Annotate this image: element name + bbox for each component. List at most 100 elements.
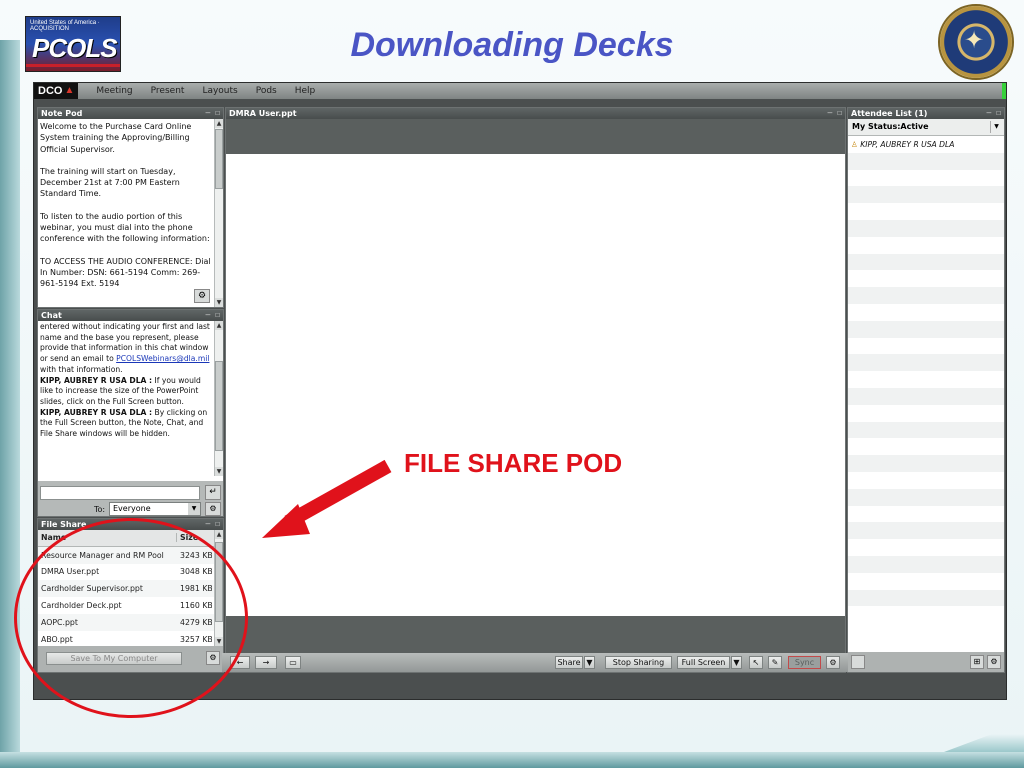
attendee-row-empty xyxy=(848,539,1004,556)
scroll-up-arrow-icon[interactable]: ▲ xyxy=(215,530,223,539)
menu-pods[interactable]: Pods xyxy=(256,86,277,96)
menu-layouts[interactable]: Layouts xyxy=(202,86,237,96)
chevron-down-icon[interactable]: ▼ xyxy=(990,121,1002,133)
attendee-options-button[interactable] xyxy=(851,655,865,669)
note-pod-header: Note Pod — ☐ xyxy=(38,108,223,119)
attendee-row[interactable]: ♙ KIPP, AUBREY R USA DLA xyxy=(848,136,1004,153)
pod-window-controls[interactable]: — ☐ xyxy=(206,519,220,528)
attendee-pod-header: Attendee List (1) — ☐ xyxy=(848,108,1004,119)
sync-button[interactable]: Sync xyxy=(788,656,821,669)
share-pod-header: DMRA User.ppt — ☐ xyxy=(226,108,845,119)
share-pod-body xyxy=(226,119,845,672)
dco-brand: DCO ▲ xyxy=(34,83,79,99)
scroll-thumb[interactable] xyxy=(215,361,223,451)
pod-window-controls[interactable]: — ☐ xyxy=(987,108,1001,117)
grid-view-icon[interactable]: ⊞ xyxy=(970,655,984,669)
chat-to-label: To: xyxy=(94,505,106,514)
attendee-row-empty xyxy=(848,488,1004,506)
attendee-row-empty xyxy=(848,387,1004,405)
menu-bar: DCO ▲ Meeting Present Layouts Pods Help xyxy=(34,83,1006,99)
note-paragraph: To listen to the audio portion of this w… xyxy=(40,211,210,244)
attendee-row-empty xyxy=(848,405,1004,422)
note-paragraph: Welcome to the Purchase Card Online Syst… xyxy=(40,122,192,154)
chevron-down-icon[interactable]: ▼ xyxy=(584,656,595,669)
pod-window-controls[interactable]: — ☐ xyxy=(828,108,842,117)
attendee-row-empty xyxy=(848,573,1004,590)
chat-options-gear-icon[interactable]: ⚙ xyxy=(205,502,221,516)
slide-title: Downloading Decks xyxy=(350,26,674,64)
attendee-row-empty xyxy=(848,270,1004,287)
pointer-icon[interactable]: ↖ xyxy=(749,656,763,669)
chat-sender: KIPP, AUBREY R USA DLA : xyxy=(40,407,153,417)
attendee-name: KIPP, AUBREY R USA DLA xyxy=(860,140,955,149)
chat-input[interactable] xyxy=(40,486,200,500)
attendee-row-empty xyxy=(848,237,1004,254)
share-pod-title: DMRA User.ppt xyxy=(229,109,297,118)
attendee-list-pod: Attendee List (1) — ☐ My Status:Active ▼… xyxy=(847,107,1005,673)
scroll-thumb[interactable] xyxy=(215,129,223,189)
attendee-row-empty xyxy=(848,170,1004,187)
menu-help[interactable]: Help xyxy=(295,86,316,96)
share-stage-margin xyxy=(226,616,845,656)
menu-meeting[interactable]: Meeting xyxy=(96,86,132,96)
highlight-circle xyxy=(14,518,248,718)
share-button[interactable]: Share xyxy=(555,656,583,669)
chat-recipient-select[interactable]: Everyone ▼ xyxy=(109,502,201,516)
note-paragraph: The training will start on Tuesday, Dece… xyxy=(40,166,180,199)
attendee-row-empty xyxy=(848,555,1004,573)
menu-present[interactable]: Present xyxy=(151,86,185,96)
slide-bottom-bar xyxy=(0,752,1024,768)
chat-pod-body: entered without indicating your first an… xyxy=(38,321,223,516)
attendee-row-empty xyxy=(848,455,1004,472)
attendee-row-empty xyxy=(848,421,1004,439)
scroll-up-arrow-icon[interactable]: ▲ xyxy=(215,321,223,330)
chat-email-link[interactable]: PCOLSWebinars@dla.mil xyxy=(116,354,209,363)
attendee-row-empty xyxy=(848,287,1004,304)
my-status-select[interactable]: My Status:Active ▼ xyxy=(848,119,1004,136)
share-pod: DMRA User.ppt — ☐ xyxy=(225,107,846,673)
scroll-down-arrow-icon[interactable]: ▼ xyxy=(215,467,223,476)
chat-pod-title: Chat xyxy=(41,311,62,320)
dco-brand-text: DCO xyxy=(38,85,63,97)
chat-pod: Chat — ☐ entered without indicating your… xyxy=(37,309,224,517)
draw-icon[interactable]: ✎ xyxy=(768,656,782,669)
stop-sharing-button[interactable]: Stop Sharing xyxy=(605,656,672,669)
attendee-row-empty xyxy=(848,506,1004,523)
attendee-gear-icon[interactable]: ⚙ xyxy=(987,655,1001,669)
dod-seal-icon: ✦ xyxy=(938,4,1014,80)
attendee-row-empty xyxy=(848,219,1004,237)
red-arrow-icon xyxy=(262,459,392,538)
attendee-row-empty xyxy=(848,589,1004,607)
chat-recipient-value: Everyone xyxy=(113,504,151,513)
file-share-callout: FILE SHARE POD xyxy=(404,448,623,478)
attendee-pod-title: Attendee List (1) xyxy=(851,109,928,118)
chat-message-text: with that information. xyxy=(40,364,123,374)
chevron-down-icon[interactable]: ▼ xyxy=(188,503,200,515)
next-arrow-icon[interactable]: → xyxy=(255,656,277,669)
slide-left-bar xyxy=(0,40,20,768)
pod-window-controls[interactable]: — ☐ xyxy=(206,310,220,319)
attendee-pod-body: My Status:Active ▼ ♙ KIPP, AUBREY R USA … xyxy=(848,119,1004,672)
full-screen-button[interactable]: Full Screen xyxy=(677,656,730,669)
scroll-up-arrow-icon[interactable]: ▲ xyxy=(215,119,223,128)
pod-window-controls[interactable]: — ☐ xyxy=(206,108,220,117)
send-message-icon[interactable]: ↵ xyxy=(205,485,221,500)
attendee-row-empty xyxy=(848,472,1004,489)
chat-pod-header: Chat — ☐ xyxy=(38,310,223,321)
attendee-row-empty xyxy=(848,152,1004,170)
note-options-gear-icon[interactable]: ⚙ xyxy=(194,289,210,303)
note-pod-title: Note Pod xyxy=(41,109,83,118)
attendee-row-empty xyxy=(848,606,1004,623)
note-scrollbar[interactable]: ▲ ▼ xyxy=(214,119,223,307)
chevron-down-icon[interactable]: ▼ xyxy=(731,656,742,669)
chat-messages: entered without indicating your first an… xyxy=(40,322,211,440)
attendee-row-empty xyxy=(848,354,1004,372)
thumbnails-icon[interactable]: ▭ xyxy=(285,656,301,669)
chat-scrollbar[interactable]: ▲ ▼ xyxy=(214,321,223,476)
scroll-down-arrow-icon[interactable]: ▼ xyxy=(215,298,223,307)
attendee-row-empty xyxy=(848,253,1004,271)
attendee-row-empty xyxy=(848,320,1004,338)
share-options-gear-icon[interactable]: ⚙ xyxy=(826,656,840,669)
warning-triangle-icon: ▲ xyxy=(64,85,75,96)
share-toolbar: ← → ▭ Share ▼ Stop Sharing Full Screen ▼… xyxy=(222,653,848,672)
